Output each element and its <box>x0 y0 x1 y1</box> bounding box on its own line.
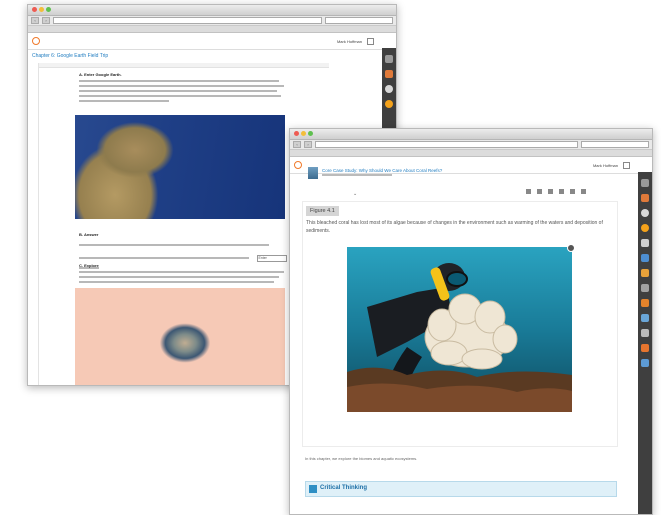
chapter-title[interactable]: Chapter 6: Google Earth Field Trip <box>32 53 108 59</box>
url-field[interactable] <box>315 141 578 148</box>
browser-window-coral-reefs: ‹ › Mark Hoffman Core Case Study: Why Sh… <box>289 128 653 515</box>
forward-arrow-icon[interactable]: › <box>42 17 50 24</box>
logo-mark-icon <box>32 37 40 45</box>
home-icon[interactable] <box>385 55 393 63</box>
dictionary-icon[interactable] <box>641 224 649 232</box>
critical-thinking-box: Critical Thinking <box>305 481 617 497</box>
logo <box>294 161 302 169</box>
text-line <box>79 271 284 273</box>
quiz-icon[interactable] <box>641 284 649 292</box>
text-line <box>79 281 274 283</box>
app-header: Mark Hoffman <box>28 33 396 50</box>
figure-toolbar <box>526 189 586 194</box>
globe-icon[interactable] <box>641 209 649 217</box>
titlebar <box>28 5 396 16</box>
flashcard-icon[interactable] <box>641 269 649 277</box>
text-line <box>79 90 277 92</box>
share-icon[interactable] <box>641 254 649 262</box>
header-tool-icon[interactable] <box>367 38 374 45</box>
globe-icon[interactable] <box>385 85 393 93</box>
url-field[interactable] <box>53 17 322 24</box>
highlight-icon[interactable] <box>641 314 649 322</box>
address-bar: ‹ › <box>290 140 652 150</box>
help-icon[interactable] <box>641 359 649 367</box>
user-menu[interactable]: Mark Hoffman <box>337 39 362 44</box>
lesson-header[interactable]: Core Case Study: Why Should We Care Abou… <box>308 167 608 187</box>
page-toolbar <box>39 63 329 68</box>
coral-diver-photo[interactable] <box>347 247 572 412</box>
step-a-heading: A. Enter Google Earth. <box>79 72 122 77</box>
body-paragraph: In this chapter, we explore the biomes a… <box>305 456 418 461</box>
bookmark-icon[interactable] <box>559 189 564 194</box>
titlebar <box>290 129 652 140</box>
forward-arrow-icon[interactable]: › <box>304 141 312 148</box>
figure-label: Figure 4.1 <box>306 206 339 216</box>
satellite-map-queensland[interactable] <box>75 115 285 219</box>
home-icon[interactable] <box>641 179 649 187</box>
close-window-button[interactable] <box>32 7 37 12</box>
critical-thinking-icon <box>309 485 317 493</box>
text-line <box>79 100 169 102</box>
settings-icon[interactable] <box>641 344 649 352</box>
notes-icon[interactable] <box>641 194 649 202</box>
close-window-button[interactable] <box>294 131 299 136</box>
lesson-title[interactable]: Core Case Study: Why Should We Care Abou… <box>322 168 442 173</box>
activity-page: A. Enter Google Earth. B. Answer Enter C… <box>38 63 329 385</box>
zoom-window-button[interactable] <box>308 131 313 136</box>
header-tool-icon[interactable] <box>623 162 630 169</box>
video-icon[interactable] <box>641 299 649 307</box>
critical-thinking-label: Critical Thinking <box>320 485 368 491</box>
text-line <box>79 276 279 278</box>
lesson-subtitle <box>322 174 392 176</box>
zoom-window-button[interactable] <box>46 7 51 12</box>
zoom-image-button[interactable] <box>567 244 575 252</box>
collapse-chevron-icon[interactable]: ⌄ <box>353 191 357 197</box>
browser-search-field[interactable] <box>325 17 393 24</box>
link-icon[interactable] <box>641 329 649 337</box>
expand-icon[interactable] <box>581 189 586 194</box>
text-line <box>79 85 284 87</box>
text-line <box>79 80 279 82</box>
browser-search-field[interactable] <box>581 141 649 148</box>
print-icon[interactable] <box>570 189 575 194</box>
browser-tab-strip <box>28 26 396 33</box>
logo-mark-icon <box>294 161 302 169</box>
step-b-heading: B. Answer <box>79 232 99 237</box>
back-arrow-icon[interactable]: ‹ <box>293 141 301 148</box>
coral-diver-illustration <box>347 247 572 412</box>
badge-icon[interactable] <box>385 100 393 108</box>
address-bar: ‹ › <box>28 16 396 26</box>
bookmark-icon[interactable] <box>641 239 649 247</box>
back-arrow-icon[interactable]: ‹ <box>31 17 39 24</box>
highlight-icon[interactable] <box>548 189 553 194</box>
minimize-window-button[interactable] <box>39 7 44 12</box>
text-line <box>79 95 281 97</box>
browser-tab-strip <box>290 150 652 157</box>
logo <box>32 37 40 45</box>
minimize-window-button[interactable] <box>301 131 306 136</box>
share-icon[interactable] <box>526 189 531 194</box>
side-rail <box>638 172 652 514</box>
text-line <box>79 244 269 246</box>
figure-caption: This bleached coral has lost most of its… <box>306 220 603 234</box>
figure-panel: Figure 4.1 This bleached coral has lost … <box>302 201 618 447</box>
text-size-icon[interactable] <box>537 189 542 194</box>
lesson-thumbnail <box>308 167 318 179</box>
notes-icon[interactable] <box>385 70 393 78</box>
satellite-map-reef-island[interactable] <box>75 288 285 385</box>
